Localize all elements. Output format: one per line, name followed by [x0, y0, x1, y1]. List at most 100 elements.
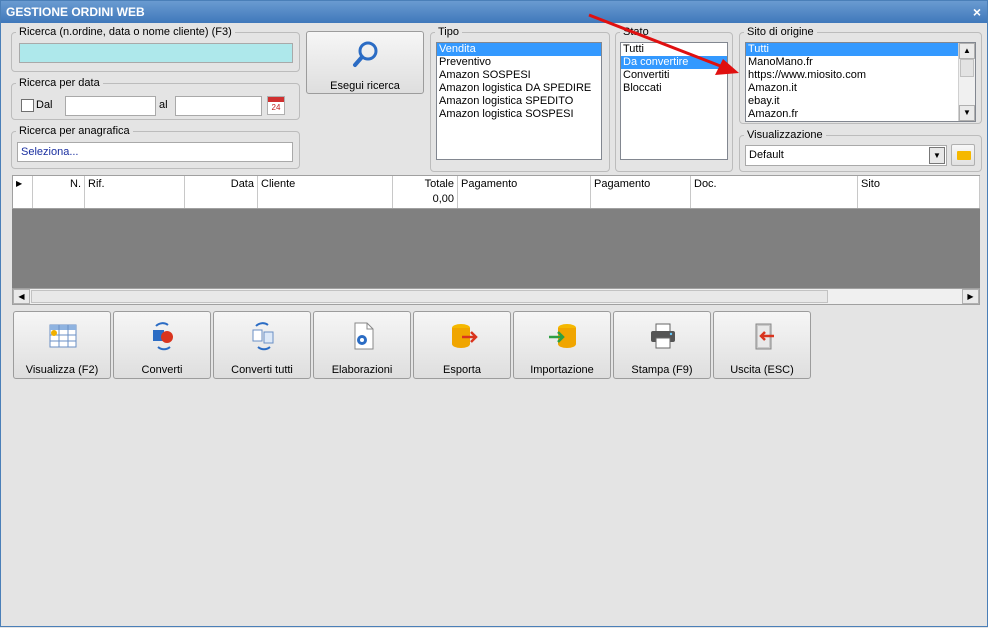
convert-all-icon [252, 322, 274, 351]
scroll-right-icon[interactable]: ▶ [962, 289, 979, 304]
database-export-icon [452, 324, 478, 348]
list-item[interactable]: Amazon logistica SPEDITO [437, 95, 601, 108]
list-item[interactable]: Tutti [746, 43, 958, 56]
main-window: GESTIONE ORDINI WEB × Ricerca (n.ordine,… [0, 0, 988, 627]
tipo-group: Tipo Vendita Preventivo Amazon SOSPESI Amaz… [430, 25, 610, 172]
list-item[interactable]: ManoMano.fr [746, 56, 958, 69]
view-button-label: Visualizza (F2) [25, 364, 99, 376]
stato-listbox[interactable]: Tutti Da convertire Convertiti Bloccati [620, 42, 728, 160]
table-cell [591, 191, 691, 208]
import-button[interactable]: Importazione [513, 311, 611, 379]
list-item[interactable]: Amazon logistica SOSPESI [437, 108, 601, 121]
table-cell [33, 191, 85, 208]
column-header[interactable]: Totale [393, 176, 458, 191]
document-gear-icon [354, 322, 374, 350]
convert-button[interactable]: Converti [113, 311, 211, 379]
list-item[interactable]: Bloccati [621, 82, 727, 95]
table-cell [258, 191, 393, 208]
processing-button-label: Elaborazioni [331, 364, 393, 376]
column-header[interactable]: Rif. [85, 176, 185, 191]
date-to-label: al [159, 99, 168, 111]
list-item[interactable]: Amazon.it [746, 82, 958, 95]
convert-all-button[interactable]: Converti tutti [213, 311, 311, 379]
list-item[interactable]: Amazon.fr [746, 108, 958, 121]
list-item[interactable]: Preventivo [437, 56, 601, 69]
registry-search-group: Ricerca per anagrafica Seleziona... [11, 124, 300, 169]
exit-door-icon [755, 323, 774, 350]
chevron-down-icon[interactable]: ▼ [929, 147, 945, 164]
exit-button-label: Uscita (ESC) [730, 364, 794, 376]
processing-button[interactable]: Elaborazioni [313, 311, 411, 379]
list-item[interactable]: Convertiti [621, 69, 727, 82]
scroll-thumb[interactable] [960, 59, 974, 77]
view-label: Visualizzazione [744, 128, 826, 142]
date-filter-checkbox[interactable] [21, 99, 34, 112]
column-header[interactable]: Cliente [258, 176, 393, 191]
list-item[interactable]: Tutti [621, 43, 727, 56]
list-item[interactable]: ebay.it [746, 95, 958, 108]
close-icon[interactable]: × [973, 1, 981, 23]
list-item[interactable]: https://www.miosito.com [746, 69, 958, 82]
table-row[interactable]: 0,00 [12, 191, 980, 209]
grid-view-icon [49, 324, 77, 348]
view-select[interactable]: Default ▼ [745, 145, 947, 166]
date-search-group: Ricerca per data Dal al 24 [11, 76, 300, 120]
search-button[interactable]: Esegui ricerca [306, 31, 424, 94]
tipo-label: Tipo [435, 25, 462, 39]
list-item[interactable]: Vendita [437, 43, 601, 56]
customer-select-field[interactable]: Seleziona... [17, 142, 293, 162]
view-group: Visualizzazione Default ▼ [739, 128, 982, 172]
title-bar: GESTIONE ORDINI WEB × [1, 1, 987, 23]
column-header[interactable]: Doc. [691, 176, 858, 191]
search-input[interactable] [19, 43, 293, 63]
sito-listbox[interactable]: Tutti ManoMano.fr https://www.miosito.com A… [745, 42, 976, 122]
table-cell [85, 191, 185, 208]
list-item[interactable]: Amazon SOSPESI [437, 69, 601, 82]
export-button-label: Esporta [443, 364, 481, 376]
grid-empty-area [12, 209, 980, 288]
printer-icon [651, 323, 675, 349]
scroll-up-icon[interactable]: ▲ [959, 43, 975, 59]
magnifier-icon [353, 41, 378, 67]
row-indicator: ▶ [13, 176, 33, 191]
database-import-icon [549, 324, 576, 348]
column-header[interactable]: Pagamento [458, 176, 591, 191]
scroll-down-icon[interactable]: ▼ [959, 105, 975, 121]
list-item[interactable]: Da convertire [621, 56, 727, 69]
view-select-value: Default [749, 149, 784, 161]
search-label: Ricerca (n.ordine, data o nome cliente) … [16, 25, 235, 39]
folder-icon[interactable] [951, 144, 975, 166]
window-title: GESTIONE ORDINI WEB [6, 5, 145, 19]
tipo-listbox[interactable]: Vendita Preventivo Amazon SOSPESI Amazon lo… [436, 42, 602, 160]
horizontal-scrollbar[interactable]: ◀ ▶ [12, 288, 980, 305]
date-search-label: Ricerca per data [16, 76, 103, 90]
print-button[interactable]: Stampa (F9) [613, 311, 711, 379]
sito-scrollbar[interactable]: ▲ ▼ [958, 43, 975, 121]
orders-grid-header: ▶ N. Rif. Data Cliente Totale Pagamento Pagame… [12, 175, 980, 192]
column-header[interactable]: N. [33, 176, 85, 191]
table-cell [185, 191, 258, 208]
convert-all-button-label: Converti tutti [231, 364, 293, 376]
print-button-label: Stampa (F9) [631, 364, 693, 376]
view-button[interactable]: Visualizza (F2) [13, 311, 111, 379]
column-header[interactable]: Data [185, 176, 258, 191]
exit-button[interactable]: Uscita (ESC) [713, 311, 811, 379]
table-cell [458, 191, 591, 208]
column-header[interactable]: Sito [858, 176, 980, 191]
horizontal-scroll-thumb[interactable] [31, 290, 828, 303]
export-button[interactable]: Esporta [413, 311, 511, 379]
column-header[interactable]: Pagamento [591, 176, 691, 191]
table-cell [858, 191, 980, 208]
registry-search-label: Ricerca per anagrafica [16, 124, 133, 138]
table-cell [691, 191, 858, 208]
stato-label: Stato [620, 25, 652, 39]
date-to-field[interactable] [175, 96, 262, 116]
calendar-icon[interactable]: 24 [267, 96, 285, 115]
convert-button-label: Converti [141, 364, 183, 376]
search-button-label: Esegui ricerca [330, 80, 400, 92]
sito-label: Sito di origine [744, 25, 817, 39]
list-item[interactable]: Amazon logistica DA SPEDIRE [437, 82, 601, 95]
convert-icon [153, 322, 173, 351]
date-from-field[interactable] [65, 96, 156, 116]
scroll-left-icon[interactable]: ◀ [13, 289, 30, 304]
